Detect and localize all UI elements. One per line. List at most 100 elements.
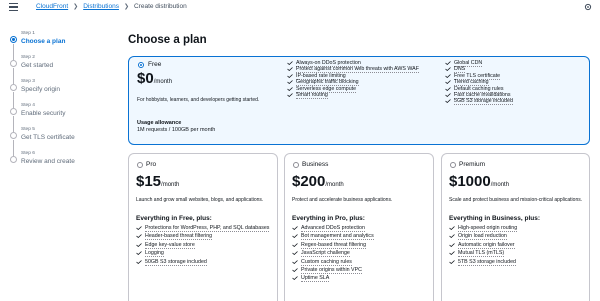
plan-card-premium[interactable]: Premium $1000/month Scale and protect bu… (441, 153, 590, 301)
checkmark-icon (292, 251, 298, 256)
step-indicator-icon (10, 60, 17, 67)
plan-name: Premium (459, 161, 486, 168)
checkmark-icon (136, 243, 142, 247)
checkmark-icon (449, 251, 455, 256)
feature-item: 5TB S3 storage included (449, 258, 585, 266)
feature-item: JavaScript challenge (292, 250, 430, 258)
checkmark-icon (287, 93, 293, 98)
checkmark-icon (136, 259, 142, 264)
step-title: Enable security (21, 110, 66, 117)
free-feature-list-col2: Global CDN DNS Free TLS certificate Tier… (445, 60, 585, 106)
checkmark-icon (449, 226, 455, 230)
price-unit: /month (325, 182, 344, 188)
plan-card-pro[interactable]: Pro $15/month Launch and grow small webs… (128, 153, 278, 301)
settings-gear-icon[interactable] (584, 3, 592, 11)
step-get-tls-certificate: Step 5 Get TLS certificate (10, 127, 100, 156)
feature-item: Bot management and analytics (292, 233, 430, 241)
checkmark-icon (445, 80, 451, 85)
checkmark-icon (287, 80, 293, 85)
checkmark-icon (136, 251, 142, 256)
checkmark-icon (445, 67, 451, 72)
price-amount: $200 (292, 173, 326, 190)
radio-selected-icon[interactable] (138, 62, 144, 68)
step-specify-origin: Step 3 Specify origin (10, 79, 100, 108)
plan-price: $1000/month (449, 173, 509, 191)
checkmark-icon (449, 234, 455, 239)
step-get-started: Step 2 Get started (10, 55, 100, 84)
feature-item: Custom caching rules (292, 258, 430, 266)
free-feature-list-col1: Always-on DDoS protection Protect agains… (287, 60, 437, 100)
page-title: Choose a plan (128, 34, 207, 46)
chevron-right-icon: ❯ (123, 4, 129, 10)
checkmark-icon (445, 93, 451, 98)
plan-description: Launch and grow small websites, blogs, a… (136, 197, 264, 203)
step-enable-security: Step 4 Enable security (10, 103, 100, 132)
step-title: Get TLS certificate (21, 134, 75, 141)
step-number: Step 3 (21, 79, 35, 84)
checkmark-icon (287, 67, 293, 72)
step-title: Review and create (21, 158, 75, 165)
feature-item: Smart routing (287, 92, 437, 100)
feature-item: Advanced DDoS protection (292, 225, 430, 232)
step-choose-plan[interactable]: Step 1 Choose a plan (10, 31, 100, 60)
feature-item: Mutual TLS (mTLS) (449, 250, 585, 258)
feature-item: Uptime SLA (292, 275, 430, 283)
checkmark-icon (445, 86, 451, 91)
usage-allowance-title: Usage allowance (137, 120, 182, 126)
feature-item: 50GB S3 storage included (136, 258, 274, 266)
step-review-and-create: Step 6 Review and create (10, 151, 100, 175)
feature-item: Private origins within VPC (292, 267, 430, 275)
plan-name: Free (148, 61, 162, 68)
checkmark-icon (136, 226, 142, 230)
plan-price: $15/month (136, 173, 179, 191)
feature-item: Edge key-value store (136, 241, 274, 249)
feature-item: Logging (136, 250, 274, 258)
top-bar: CloudFront ❯ Distributions ❯ Create dist… (0, 0, 600, 15)
feature-item: High-speed origin routing (449, 225, 585, 232)
plan-price: $200/month (292, 173, 344, 191)
step-number: Step 2 (21, 55, 35, 60)
radio-unselected-icon[interactable] (293, 162, 299, 168)
step-number: Step 5 (21, 127, 35, 132)
plan-card-free[interactable]: Free $0/month For hobbyists, learners, a… (128, 56, 590, 145)
plan-description: For hobbyists, learners, and developers … (137, 97, 260, 103)
step-active-indicator-icon (10, 36, 17, 43)
checkmark-icon (445, 99, 451, 104)
checkmark-icon (449, 259, 455, 264)
breadcrumb-distributions-link[interactable]: Distributions (83, 3, 119, 10)
feature-item: Protections for WordPress, PHP, and SQL … (136, 225, 274, 232)
checkmark-icon (292, 259, 298, 264)
business-feature-list: Advanced DDoS protection Bot management … (292, 225, 430, 283)
hamburger-menu-icon[interactable] (9, 3, 18, 11)
plan-description: Scale and protect business and mission-c… (449, 197, 583, 203)
plan-name: Business (302, 161, 329, 168)
plan-card-business[interactable]: Business $200/month Protect and accelera… (284, 153, 434, 301)
breadcrumb-current: Create distribution (133, 3, 187, 10)
feature-item: 5GB S3 storage included (445, 98, 585, 106)
checkmark-icon (136, 234, 142, 239)
checkmark-icon (292, 234, 298, 239)
feature-item: Origin load reduction (449, 233, 585, 241)
radio-unselected-icon[interactable] (137, 162, 143, 168)
checkmark-icon (445, 74, 451, 78)
checkmark-icon (292, 276, 298, 281)
checkmark-icon (292, 243, 298, 247)
breadcrumb-cloudfront-link[interactable]: CloudFront (36, 3, 68, 10)
plan-description: Protect and accelerate business applicat… (292, 197, 393, 203)
pro-feature-list: Protections for WordPress, PHP, and SQL … (136, 225, 274, 266)
step-indicator-icon (10, 84, 17, 91)
everything-plus-heading: Everything in Free, plus: (136, 215, 212, 222)
wizard-steps: Step 1 Choose a plan Step 2 Get started … (10, 31, 100, 175)
price-unit: /month (153, 79, 173, 85)
step-indicator-icon (10, 132, 17, 139)
radio-unselected-icon[interactable] (450, 162, 456, 168)
price-amount: $15 (136, 173, 162, 190)
feature-item: Header-based threat filtering (136, 233, 274, 241)
breadcrumb: CloudFront ❯ Distributions ❯ Create dist… (36, 3, 187, 10)
plan-price: $0/month (137, 70, 172, 88)
everything-plus-heading: Everything in Pro, plus: (292, 215, 365, 222)
step-title: Specify origin (21, 86, 61, 93)
checkmark-icon (287, 61, 293, 65)
step-indicator-icon (10, 108, 17, 115)
feature-item: Automatic origin failover (449, 241, 585, 249)
